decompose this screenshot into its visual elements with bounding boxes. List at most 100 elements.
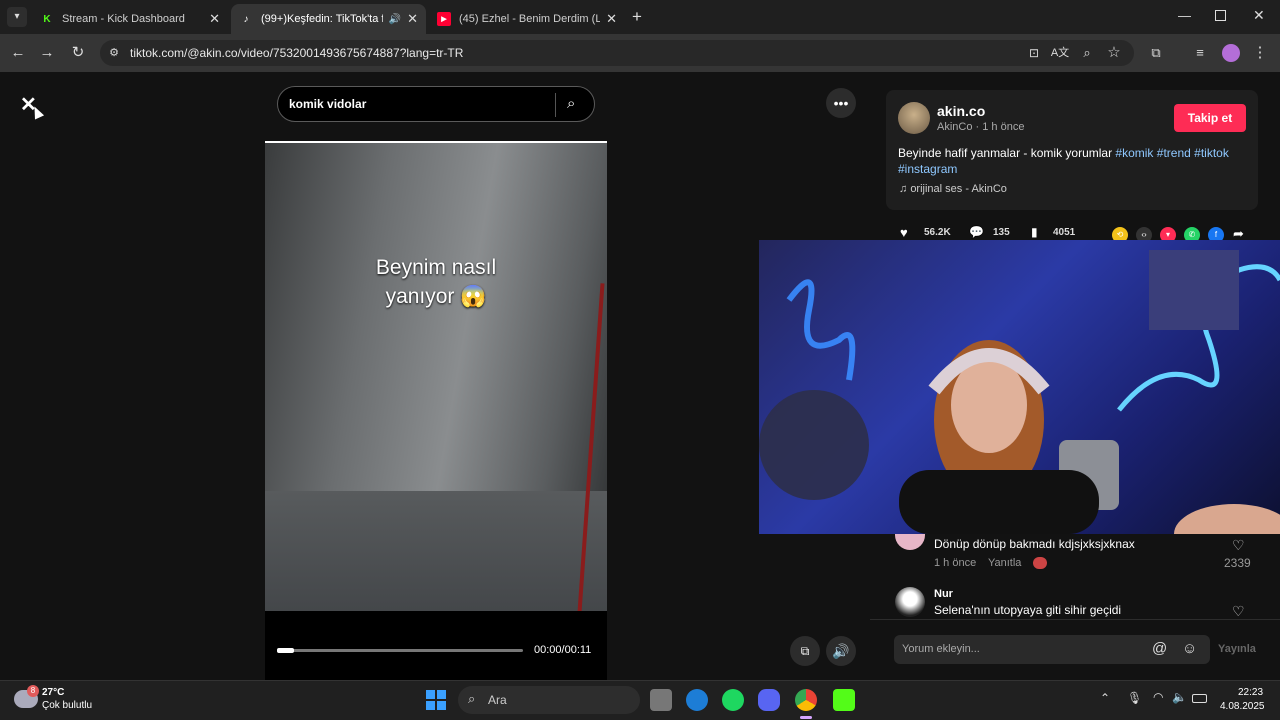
video-caption: Beynim nasıl yanıyor 😱 <box>265 253 607 311</box>
comment-avatar[interactable] <box>895 587 925 617</box>
volume-button[interactable]: 🔊 <box>826 636 856 666</box>
comment-like-icon[interactable]: ♡ <box>1232 537 1245 554</box>
tab-strip: ▾ K Stream - Kick Dashboard ✕ ♪ (99+)Keş… <box>0 0 1280 34</box>
forward-icon[interactable]: → <box>37 43 57 63</box>
mention-icon[interactable]: @ <box>1152 640 1167 657</box>
search-input[interactable]: komik vidolar ⌕ <box>277 86 595 122</box>
tab-title: (99+)Keşfedin: TikTok'ta fa <box>261 13 383 25</box>
caption-line: Beynim nasıl <box>375 256 497 279</box>
tab-kick[interactable]: K Stream - Kick Dashboard ✕ <box>32 4 228 34</box>
comment-like-icon[interactable]: ♡ <box>1232 603 1245 620</box>
spotify-icon[interactable] <box>722 689 744 711</box>
volume-icon[interactable]: 🔈 <box>1172 690 1187 704</box>
comment-like-count: 2339 <box>1224 556 1251 570</box>
battery-icon[interactable] <box>1192 694 1207 703</box>
comment-icon[interactable]: 💬 <box>969 225 984 239</box>
windows-start-icon[interactable] <box>426 690 446 710</box>
kick-icon: K <box>43 13 51 25</box>
close-icon[interactable]: ✕ <box>407 11 418 27</box>
divider <box>555 93 556 117</box>
sound-link[interactable]: ♫ orijinal ses - AkinCo <box>899 183 1007 195</box>
reply-link[interactable]: Yanıtla <box>988 557 1021 569</box>
comment-text: Selena'nın utopyaya giti sihir geçidi <box>934 603 1122 617</box>
youtube-icon: ▶ <box>437 12 451 26</box>
install-app-icon[interactable]: ⊡ <box>1024 43 1044 63</box>
progress-fill[interactable] <box>277 648 294 653</box>
comment-input[interactable]: Yorum ekleyin... @ ☺ <box>894 635 1210 664</box>
comment-count: 135 <box>993 227 1010 238</box>
weather-temp[interactable]: 27°C <box>42 687 64 698</box>
more-menu-icon[interactable]: ⋮ <box>1250 43 1270 63</box>
taskbar-search[interactable]: ⌕ Ara <box>458 686 640 714</box>
bookmark-star-icon[interactable]: ☆ <box>1104 43 1124 63</box>
search-query: komik vidolar <box>289 97 367 111</box>
creator-liked-icon <box>1033 557 1047 569</box>
site-info-icon[interactable]: ⚙ <box>104 43 124 63</box>
reload-icon[interactable]: ↻ <box>68 43 88 63</box>
video-player[interactable]: Beynim nasıl yanıyor 😱 <box>265 143 607 611</box>
comment-placeholder: Yorum ekleyin... <box>902 643 980 655</box>
author-handle[interactable]: akin.co <box>937 103 985 119</box>
weather-badge: 8 <box>27 685 39 697</box>
microphone-icon[interactable]: 🎙 <box>1127 691 1142 705</box>
bookmark-icon[interactable]: ▮ <box>1031 225 1038 239</box>
hashtag[interactable]: #trend <box>1157 146 1191 160</box>
zoom-icon[interactable]: ⌕ <box>1077 43 1097 63</box>
emoji-icon[interactable]: ☺ <box>1182 640 1197 657</box>
caption-line: yanıyor 😱 <box>385 285 487 308</box>
close-window-button[interactable]: ✕ <box>1253 7 1265 24</box>
taskbar <box>0 680 1280 720</box>
more-options-button[interactable]: ••• <box>826 88 856 118</box>
tab-youtube[interactable]: ▶ (45) Ezhel - Benim Derdim (Live ✕ <box>429 4 625 34</box>
video-frame-floor <box>265 491 607 611</box>
tab-title: (45) Ezhel - Benim Derdim (Live <box>459 13 601 25</box>
comment-author[interactable]: Nur <box>934 588 953 600</box>
app-icon[interactable] <box>686 689 708 711</box>
back-icon[interactable]: ← <box>8 43 28 63</box>
sound-title: orijinal ses - AkinCo <box>910 183 1007 195</box>
pip-button[interactable]: ⧉ <box>790 636 820 666</box>
chevron-up-icon[interactable]: ⌃ <box>1100 691 1110 705</box>
follow-button[interactable]: Takip et <box>1174 104 1246 132</box>
music-note-icon: ♫ <box>899 183 911 195</box>
author-meta: AkinCo · 1 h önce <box>937 121 1025 133</box>
close-icon[interactable]: ✕ <box>606 11 617 27</box>
chrome-icon[interactable] <box>795 689 817 711</box>
hashtag[interactable]: #tiktok <box>1194 146 1229 160</box>
clock-time[interactable]: 22:23 <box>1238 687 1263 698</box>
webcam-overlay <box>759 240 1280 534</box>
description-text: Beyinde hafif yanmalar - komik yorumlar <box>898 146 1116 160</box>
tab-tiktok[interactable]: ♪ (99+)Keşfedin: TikTok'ta fa 🔊 ✕ <box>231 4 426 34</box>
publish-button[interactable]: Yayınla <box>1218 643 1256 655</box>
save-count: 4051 <box>1053 227 1076 238</box>
hashtag[interactable]: #instagram <box>898 162 957 176</box>
profile-avatar[interactable] <box>1222 44 1240 62</box>
tab-search-button[interactable]: ▾ <box>7 7 27 27</box>
active-app-indicator <box>800 716 812 719</box>
maximize-button[interactable] <box>1215 10 1226 21</box>
new-tab-button[interactable]: + <box>632 7 642 27</box>
discord-icon[interactable] <box>758 689 780 711</box>
webcam-scene <box>759 250 1280 534</box>
translate-icon[interactable]: A文 <box>1050 43 1070 63</box>
kick-app-icon[interactable] <box>833 689 855 711</box>
divider <box>870 619 1280 620</box>
search-icon[interactable]: ⌕ <box>567 95 575 112</box>
speaker-icon[interactable]: 🔊 <box>389 14 401 25</box>
minimize-button[interactable]: — <box>1178 8 1191 23</box>
search-icon: ⌕ <box>468 691 476 706</box>
extensions-icon[interactable]: ⧉ <box>1146 43 1166 63</box>
heart-icon[interactable]: ♥ <box>900 225 908 240</box>
hashtag[interactable]: #komik <box>1115 146 1153 160</box>
weather-desc[interactable]: Çok bulutlu <box>42 700 92 711</box>
file-explorer-icon[interactable] <box>650 689 672 711</box>
progress-track[interactable] <box>277 649 523 652</box>
tab-title: Stream - Kick Dashboard <box>62 13 185 25</box>
video-time: 00:00/00:11 <box>534 644 592 656</box>
tiktok-icon: ♪ <box>243 13 249 25</box>
close-icon[interactable]: ✕ <box>209 11 220 27</box>
clock-date[interactable]: 4.08.2025 <box>1220 701 1265 712</box>
author-avatar[interactable] <box>898 102 930 134</box>
wifi-icon[interactable]: ◠ <box>1153 690 1163 704</box>
media-control-icon[interactable]: ≡ <box>1190 43 1210 63</box>
